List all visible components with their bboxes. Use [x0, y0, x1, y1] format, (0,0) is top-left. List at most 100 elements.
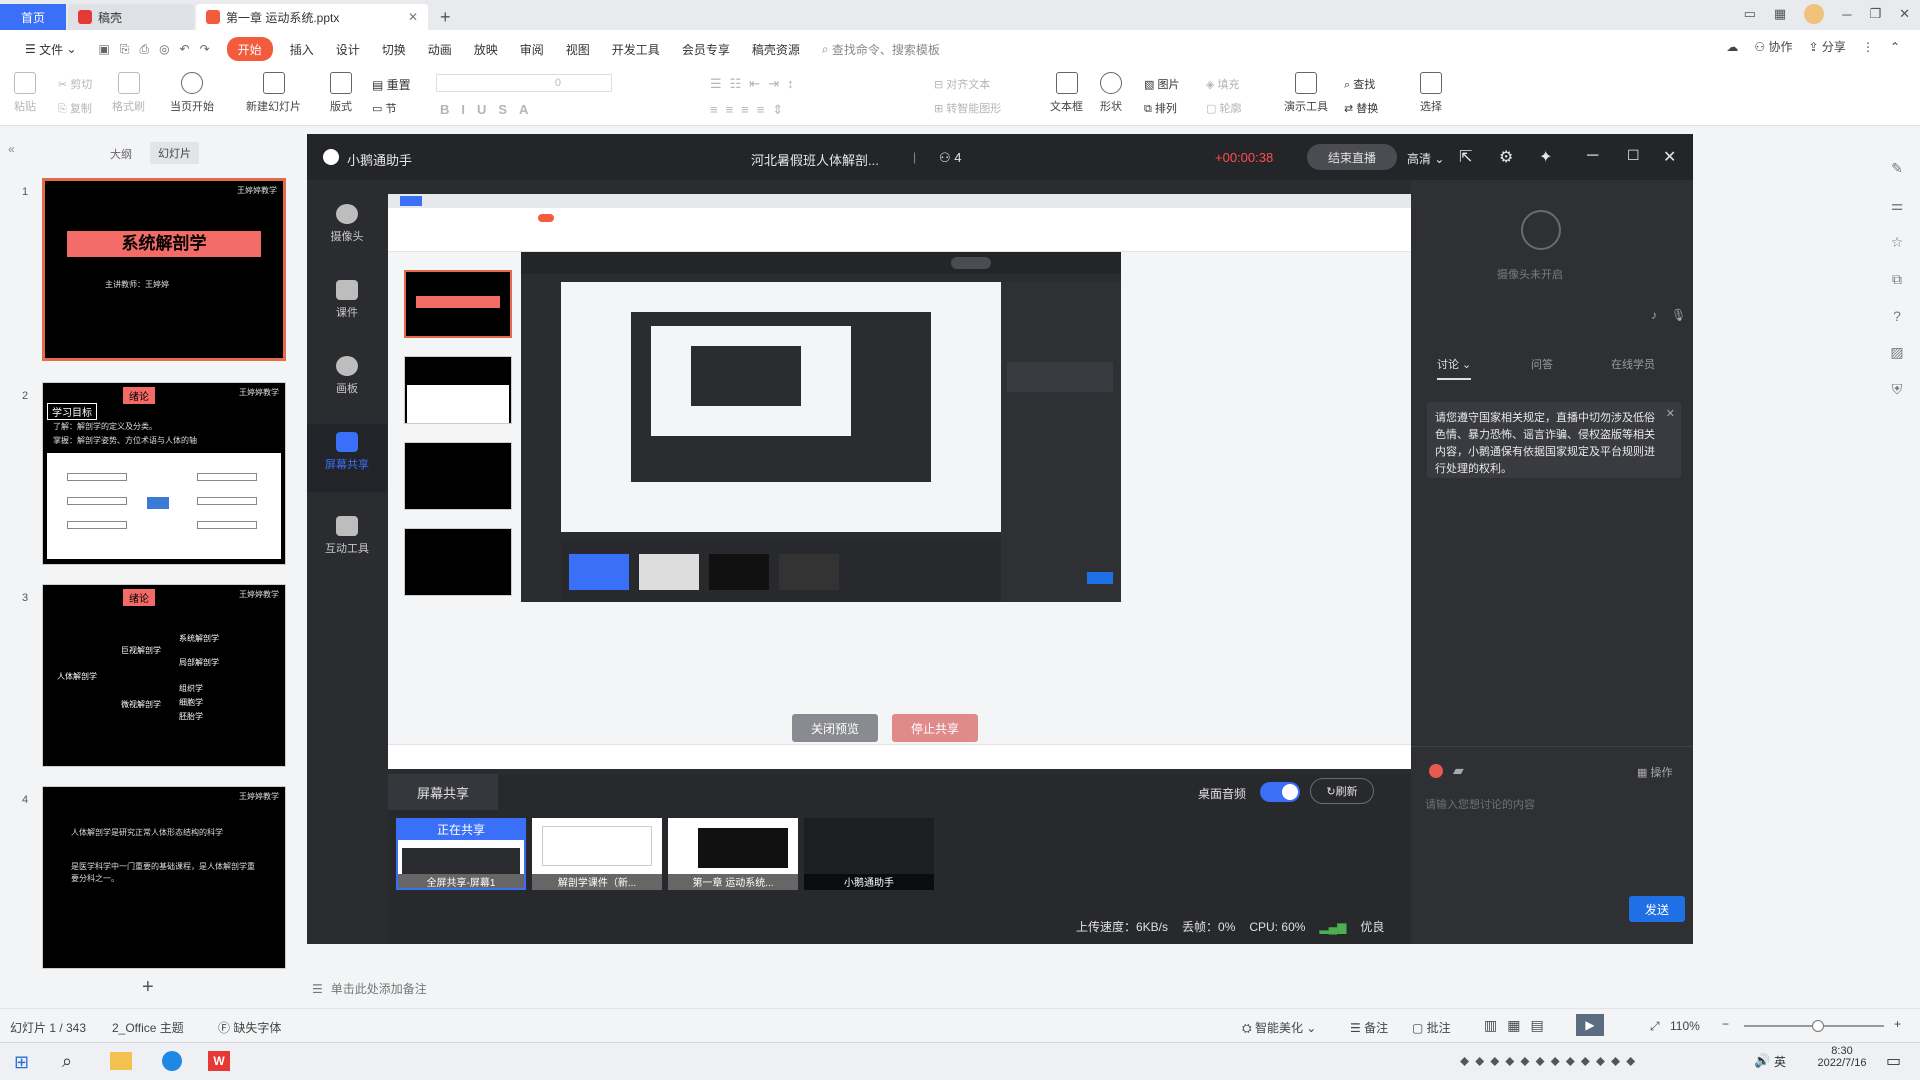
slide-thumbnail-4[interactable]: 王婷婷教学 人体解剖学是研究正常人体形态结构的科学 是医学科学中一门重要的基础课… [42, 786, 286, 969]
quality-select[interactable]: 高清 ⌄ [1407, 150, 1444, 167]
settings-icon[interactable]: ⚙ [1499, 147, 1513, 167]
refresh-button[interactable]: ↻ 刷新 [1310, 778, 1374, 804]
new-slide-button[interactable]: 新建幻灯片 [246, 72, 301, 114]
file-menu[interactable]: ☰ 文件 ⌄ [14, 37, 88, 61]
menu-insert[interactable]: 插入 [279, 37, 325, 61]
collapse-pane-icon[interactable]: « [8, 142, 15, 156]
font-style-buttons[interactable]: BIUSA [440, 102, 540, 117]
properties-icon[interactable]: ⚌ [1891, 197, 1904, 214]
notes-toggle-button[interactable]: ☰ 备注 [1350, 1019, 1388, 1036]
mic-icon[interactable]: 🎙 [1671, 308, 1686, 322]
paste-button[interactable]: 粘贴 [14, 72, 36, 114]
maximize-icon[interactable]: ☐ [1627, 147, 1640, 164]
file-explorer-icon[interactable] [110, 1052, 132, 1070]
stop-share-button[interactable]: 停止共享 [892, 714, 978, 742]
close-icon[interactable]: ✕ [1899, 6, 1910, 22]
zoom-out-icon[interactable]: − [1722, 1017, 1729, 1031]
close-icon[interactable]: ✕ [1663, 147, 1676, 167]
copy-button[interactable]: ⎘ 复制 [58, 100, 92, 116]
sidebar-item-camera[interactable]: 摄像头 [307, 204, 387, 244]
select-button[interactable]: 选择 [1420, 72, 1442, 114]
fit-icon[interactable]: ⤢ [1650, 1019, 1660, 1034]
wps-taskbar-icon[interactable]: W [208, 1051, 230, 1071]
copy-icon[interactable]: ⧉ [1892, 271, 1902, 288]
pin-icon[interactable]: ✦ [1539, 147, 1552, 167]
discussion-input[interactable]: 请输入您想讨论的内容 [1425, 796, 1679, 816]
star-icon[interactable]: ☆ [1891, 234, 1904, 251]
windows-start-icon[interactable]: ⊞ [14, 1052, 29, 1073]
share-source-pptx[interactable]: 第一章 运动系统... [668, 818, 798, 890]
save-icon[interactable]: ▣ [99, 42, 110, 56]
present-tools-button[interactable]: 演示工具 [1284, 72, 1328, 114]
cloud-sync-icon[interactable]: ☁ [1726, 40, 1738, 54]
play-slideshow-button[interactable]: ▶ [1576, 1014, 1604, 1036]
share-source-assistant[interactable]: 小鹅通助手 [804, 818, 934, 890]
paragraph-buttons[interactable]: ☰☷⇤⇥↕ [710, 76, 802, 92]
find-button[interactable]: ⌕ 查找 [1344, 76, 1375, 92]
tab-home[interactable]: 首页 [0, 4, 66, 30]
beautify-button[interactable]: ⛭ 智能美化 ⌄ [1242, 1019, 1316, 1036]
menu-start[interactable]: 开始 [226, 37, 273, 61]
avatar[interactable] [1804, 4, 1825, 24]
zoom-slider[interactable] [1744, 1020, 1884, 1032]
format-painter-button[interactable]: 格式刷 [112, 72, 145, 114]
tab-wps-draft[interactable]: 稿壳 [68, 4, 194, 30]
emoji-icon[interactable] [1429, 764, 1443, 778]
share-source-fullscreen[interactable]: 正在共享 全屏共享-屏幕1 [396, 818, 526, 890]
shape-button[interactable]: 形状 [1100, 72, 1122, 114]
menu-design[interactable]: 设计 [325, 37, 371, 61]
slide-thumbnail-3[interactable]: 绪论 王婷婷教学 人体解剖学 巨视解剖学 微视解剖学 系统解剖学 局部解剖学 组… [42, 584, 286, 767]
menu-review[interactable]: 审阅 [509, 37, 555, 61]
clock[interactable]: 8:30 2022/7/16 [1810, 1045, 1874, 1069]
menu-member[interactable]: 会员专享 [671, 37, 741, 61]
add-slide-button[interactable]: + [142, 976, 154, 999]
close-preview-button[interactable]: 关闭预览 [792, 714, 878, 742]
tab-document[interactable]: 第一章 运动系统.pptx ✕ [196, 4, 428, 30]
close-tab-icon[interactable]: ✕ [408, 10, 418, 24]
system-tray-icons[interactable]: ⬥⬥⬥⬥⬥⬥⬥⬥⬥⬥⬥⬥ [1460, 1053, 1641, 1069]
menu-transition[interactable]: 切换 [371, 37, 417, 61]
speaker-icon[interactable]: 🔊 [1754, 1053, 1770, 1069]
tab-slides[interactable]: 幻灯片 [150, 142, 199, 164]
arrange-button[interactable]: ⧉ 排列 [1144, 100, 1177, 116]
picture-button[interactable]: ▧ 图片 [1144, 76, 1179, 92]
cut-button[interactable]: ✂ 剪切 [58, 76, 92, 92]
apps-grid-icon[interactable]: ▦ [1774, 6, 1786, 22]
replace-button[interactable]: ⇄ 替换 [1344, 100, 1378, 116]
align-buttons[interactable]: ≡≡≡≡⇕ [710, 102, 791, 118]
undo-icon[interactable]: ↶ [180, 42, 190, 56]
section-button[interactable]: ▭ 节 [372, 100, 396, 116]
menu-slideshow[interactable]: 放映 [463, 37, 509, 61]
restore-icon[interactable]: ❐ [1869, 6, 1881, 22]
notes-area[interactable]: ☰ 单击此处添加备注 [312, 980, 427, 997]
export-icon[interactable]: ⎘ [120, 42, 130, 57]
convert-smart-art-button[interactable]: ⊞ 转智能图形 [934, 100, 1001, 116]
sound-icon[interactable]: ♪ [1651, 308, 1657, 322]
input-method[interactable]: 英 [1774, 1053, 1786, 1070]
missing-font-button[interactable]: Ⓕ 缺失字体 [218, 1019, 281, 1036]
desktop-audio-toggle[interactable] [1260, 782, 1300, 802]
zoom-slider-thumb[interactable] [1812, 1020, 1824, 1032]
pen-icon[interactable]: ✎ [1891, 160, 1903, 177]
zoom-in-icon[interactable]: + [1894, 1017, 1901, 1031]
notification-icon[interactable]: ▭ [1886, 1051, 1901, 1071]
menu-developer[interactable]: 开发工具 [601, 37, 671, 61]
end-live-button[interactable]: 结束直播 [1307, 144, 1397, 170]
tab-online-students[interactable]: 在线学员 [1611, 356, 1655, 372]
font-size-field[interactable]: 0 [436, 74, 612, 92]
image-icon[interactable]: ▨ [1890, 344, 1903, 361]
layout-icon[interactable]: ▭ [1744, 6, 1756, 22]
send-button[interactable]: 发送 [1629, 896, 1685, 922]
slide-thumbnail-2[interactable]: 绪论 王婷婷教学 学习目标 了解：解剖学的定义及分类。 掌握：解剖学姿势、方位术… [42, 382, 286, 565]
external-link-icon[interactable]: ⇱ [1459, 147, 1472, 167]
print-icon[interactable]: ⎙ [139, 42, 149, 57]
tab-discussion[interactable]: 讨论 ⌄ [1437, 356, 1472, 380]
preview-icon[interactable]: ◎ [159, 42, 169, 56]
view-buttons[interactable]: ▥▦▤ [1484, 1017, 1554, 1034]
outline-button[interactable]: ▢ 轮廓 [1206, 100, 1241, 116]
zoom-level[interactable]: 110% [1670, 1019, 1700, 1033]
tab-qa[interactable]: 问答 [1531, 356, 1553, 372]
sidebar-item-screen-share[interactable]: 屏幕共享 [307, 424, 387, 492]
browser-icon[interactable] [162, 1051, 182, 1071]
redo-icon[interactable]: ↷ [200, 42, 210, 56]
